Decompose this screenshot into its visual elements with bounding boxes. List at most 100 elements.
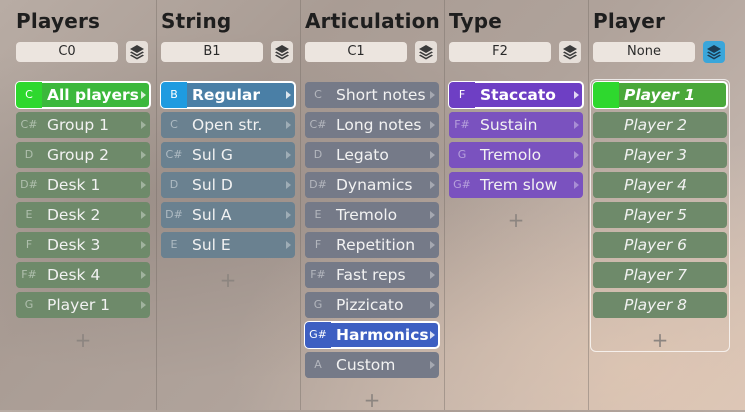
list-item-player-8[interactable]: Player 8 bbox=[593, 292, 727, 318]
list-item-player-2[interactable]: Player 2 bbox=[593, 112, 727, 138]
list-item-open-str[interactable]: C Open str. bbox=[161, 112, 295, 138]
key-label: G# bbox=[305, 322, 331, 348]
keyswitch-field[interactable]: C0 bbox=[16, 42, 118, 62]
list-item-player-5[interactable]: Player 5 bbox=[593, 202, 727, 228]
list-item-desk-3[interactable]: F Desk 3 bbox=[16, 232, 150, 258]
list-item-trem-slow[interactable]: G# Trem slow bbox=[449, 172, 583, 198]
item-label: Desk 4 bbox=[47, 266, 101, 284]
column-title: String bbox=[161, 9, 232, 33]
chevron-right-icon bbox=[574, 91, 579, 99]
list-item-sul-a[interactable]: D# Sul A bbox=[161, 202, 295, 228]
key-label: E bbox=[161, 232, 187, 258]
chevron-right-icon bbox=[141, 271, 146, 279]
list-item-sul-g[interactable]: C# Sul G bbox=[161, 142, 295, 168]
item-label: Player 4 bbox=[624, 176, 688, 194]
keyswitch-field[interactable]: None bbox=[593, 42, 695, 62]
list-item-player-1[interactable]: G Player 1 bbox=[16, 292, 150, 318]
chevron-right-icon bbox=[141, 151, 146, 159]
chevron-right-icon bbox=[286, 151, 291, 159]
list-item-desk-4[interactable]: F# Desk 4 bbox=[16, 262, 150, 288]
chevron-right-icon bbox=[430, 271, 435, 279]
chevron-right-icon bbox=[286, 241, 291, 249]
item-label: Player 1 bbox=[624, 86, 696, 104]
list-item-dynamics[interactable]: D# Dynamics bbox=[305, 172, 439, 198]
column-title: Players bbox=[16, 9, 101, 33]
key-label: D# bbox=[305, 172, 331, 198]
item-label: Tremolo bbox=[336, 206, 398, 224]
list-item-staccato[interactable]: F Staccato bbox=[448, 81, 584, 109]
layers-icon[interactable] bbox=[703, 41, 725, 63]
item-label: Trem slow bbox=[480, 176, 558, 194]
key-label: G bbox=[449, 142, 475, 168]
chevron-right-icon bbox=[286, 121, 291, 129]
list-item-sul-d[interactable]: D Sul D bbox=[161, 172, 295, 198]
list-item-player-6[interactable]: Player 6 bbox=[593, 232, 727, 258]
item-label: Player 5 bbox=[624, 206, 688, 224]
plus-icon[interactable]: + bbox=[362, 388, 382, 412]
keyswitch-field[interactable]: B1 bbox=[161, 42, 263, 62]
list-item-player-1[interactable]: Player 1 bbox=[592, 81, 728, 109]
item-label: Dynamics bbox=[336, 176, 413, 194]
key-label: C# bbox=[305, 112, 331, 138]
item-label: Player 3 bbox=[624, 146, 688, 164]
column-type: Type F2 F Staccato F# Sustain G Tremolo G# Trem s… bbox=[444, 0, 589, 410]
list-item-harmonics[interactable]: G# Harmonics bbox=[304, 321, 440, 349]
key-label: C# bbox=[16, 112, 42, 138]
key-label: G# bbox=[449, 172, 475, 198]
list-item-desk-1[interactable]: D# Desk 1 bbox=[16, 172, 150, 198]
plus-icon[interactable]: + bbox=[73, 328, 93, 352]
plus-icon[interactable]: + bbox=[506, 208, 526, 232]
chevron-right-icon bbox=[430, 331, 435, 339]
item-label: Group 2 bbox=[47, 146, 109, 164]
item-label: Desk 3 bbox=[47, 236, 101, 254]
key-label: F# bbox=[449, 112, 475, 138]
list-item-long-notes[interactable]: C# Long notes bbox=[305, 112, 439, 138]
chevron-right-icon bbox=[141, 181, 146, 189]
list-item-tremolo[interactable]: E Tremolo bbox=[305, 202, 439, 228]
list-item-fast-reps[interactable]: F# Fast reps bbox=[305, 262, 439, 288]
plus-icon[interactable]: + bbox=[650, 328, 670, 352]
column-title: Articulation bbox=[305, 9, 440, 33]
list-item-desk-2[interactable]: E Desk 2 bbox=[16, 202, 150, 228]
list-item-short-notes[interactable]: C Short notes bbox=[305, 82, 439, 108]
item-label: Player 2 bbox=[624, 116, 688, 134]
column-string: String B1 B Regular C Open str. C# Sul G D Sul D D… bbox=[156, 0, 301, 410]
list-item-player-3[interactable]: Player 3 bbox=[593, 142, 727, 168]
key-label bbox=[593, 262, 619, 288]
keyswitch-field[interactable]: F2 bbox=[449, 42, 551, 62]
chevron-right-icon bbox=[141, 301, 146, 309]
list-item-custom[interactable]: A Custom bbox=[305, 352, 439, 378]
list-item-sul-e[interactable]: E Sul E bbox=[161, 232, 295, 258]
layers-icon[interactable] bbox=[415, 41, 437, 63]
layers-icon[interactable] bbox=[559, 41, 581, 63]
chevron-right-icon bbox=[286, 211, 291, 219]
list-item-player-4[interactable]: Player 4 bbox=[593, 172, 727, 198]
list-item-tremolo[interactable]: G Tremolo bbox=[449, 142, 583, 168]
key-label: G bbox=[305, 292, 331, 318]
key-label bbox=[593, 232, 619, 258]
key-label: D# bbox=[16, 172, 42, 198]
list-item-sustain[interactable]: F# Sustain bbox=[449, 112, 583, 138]
chevron-right-icon bbox=[286, 91, 291, 99]
list-item-repetition[interactable]: F Repetition bbox=[305, 232, 439, 258]
key-label: F# bbox=[16, 262, 42, 288]
item-label: Harmonics bbox=[336, 326, 429, 344]
list-item-all-players[interactable]: C All players bbox=[15, 81, 151, 109]
chevron-right-icon bbox=[141, 211, 146, 219]
list-item-pizzicato[interactable]: G Pizzicato bbox=[305, 292, 439, 318]
plus-icon[interactable]: + bbox=[218, 268, 238, 292]
list-item-legato[interactable]: D Legato bbox=[305, 142, 439, 168]
list-item-group-1[interactable]: C# Group 1 bbox=[16, 112, 150, 138]
keyswitch-field[interactable]: C1 bbox=[305, 42, 407, 62]
key-label: C bbox=[161, 112, 187, 138]
list-item-group-2[interactable]: D Group 2 bbox=[16, 142, 150, 168]
layers-icon[interactable] bbox=[271, 41, 293, 63]
key-label: D bbox=[16, 142, 42, 168]
list-item-player-7[interactable]: Player 7 bbox=[593, 262, 727, 288]
item-label: Staccato bbox=[480, 86, 556, 104]
item-label: Regular bbox=[192, 86, 260, 104]
item-label: Player 8 bbox=[624, 296, 688, 314]
list-item-regular[interactable]: B Regular bbox=[160, 81, 296, 109]
key-label bbox=[593, 292, 619, 318]
layers-icon[interactable] bbox=[126, 41, 148, 63]
